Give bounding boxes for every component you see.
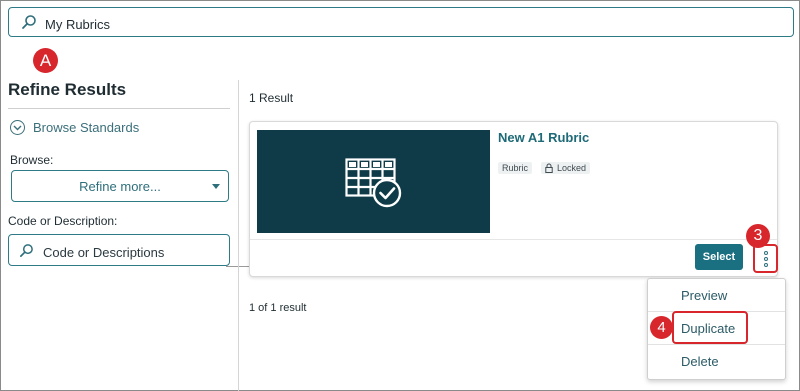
search-icon [20, 244, 33, 257]
card-divider [250, 239, 777, 240]
search-icon [22, 15, 36, 29]
pagination-text: 1 of 1 result [249, 302, 307, 314]
lock-icon [545, 163, 553, 173]
refine-more-select[interactable]: Refine more... [11, 170, 229, 202]
menu-item-preview[interactable]: Preview [648, 279, 785, 312]
rubric-thumbnail [257, 130, 490, 233]
refine-results-heading: Refine Results [8, 80, 127, 99]
caret-down-icon [212, 184, 220, 189]
more-dot-icon [763, 262, 768, 267]
callout-3: 3 [746, 224, 770, 248]
rubric-icon [345, 158, 402, 208]
select-button[interactable]: Select [695, 244, 743, 270]
duplicate-highlight-box [672, 311, 748, 344]
chevron-down-icon [10, 120, 25, 135]
code-search-input[interactable] [41, 241, 225, 263]
rubric-search-bar[interactable] [8, 7, 794, 37]
menu-item-delete[interactable]: Delete [648, 345, 785, 378]
sidebar-divider [8, 108, 230, 109]
browse-standards-label: Browse Standards [33, 120, 140, 135]
browse-standards-toggle[interactable]: Browse Standards [10, 120, 139, 135]
more-dot-icon [763, 250, 768, 255]
result-card: New A1 Rubric Rubric Locked Select [249, 121, 778, 277]
tag-locked: Locked [541, 162, 591, 174]
code-description-label: Code or Description: [8, 214, 118, 228]
column-divider [238, 80, 239, 391]
tag-locked-label: Locked [557, 163, 587, 173]
rubric-title-link[interactable]: New A1 Rubric [498, 130, 589, 145]
more-options-button[interactable] [753, 244, 778, 273]
refine-more-value: Refine more... [79, 178, 161, 194]
callout-4: 4 [650, 316, 673, 339]
result-count: 1 Result [249, 91, 294, 105]
browse-label: Browse: [10, 153, 54, 167]
code-search-field[interactable] [8, 234, 230, 266]
search-input[interactable] [43, 12, 747, 36]
callout-a: A [33, 48, 58, 73]
tag-rubric: Rubric [498, 162, 533, 174]
more-dot-icon [763, 256, 768, 261]
